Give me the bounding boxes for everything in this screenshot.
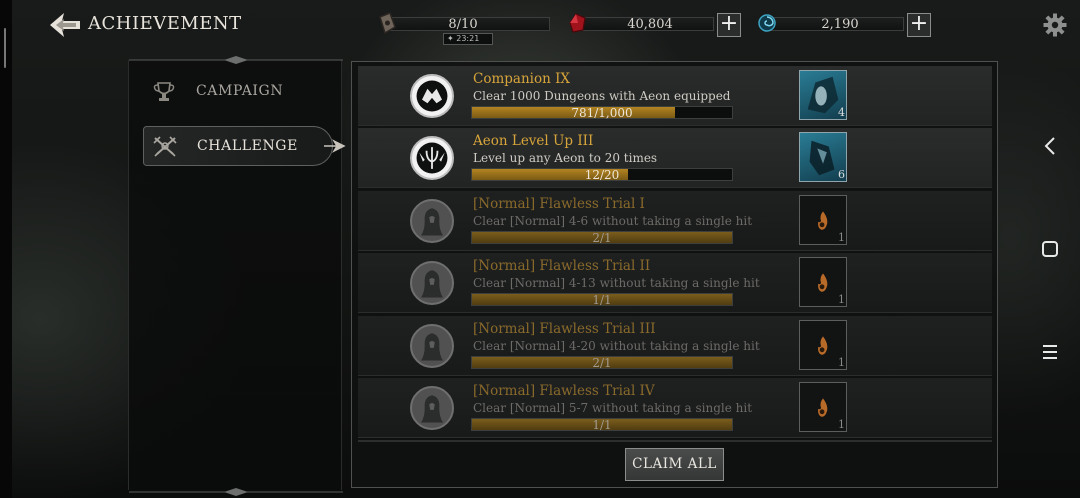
achievement-row[interactable]: Aeon Level Up III Level up any Aeon to 2… [358, 128, 992, 189]
gems-counter: 40,804 [566, 13, 714, 34]
achievement-title: [Normal] Flawless Trial I [473, 195, 645, 212]
achievement-title: [Normal] Flawless Trial II [473, 258, 651, 275]
progress-text: 2/1 [592, 230, 612, 245]
achievement-row[interactable]: [Normal] Flawless Trial III Clear [Norma… [358, 315, 992, 376]
progress-text: 2/1 [592, 355, 612, 370]
reward-quantity: 1 [838, 230, 845, 244]
ornament-top [129, 56, 343, 64]
achievement-row[interactable]: [Normal] Flawless Trial IV Clear [Normal… [358, 377, 992, 438]
reward-slot[interactable]: 4 [799, 70, 847, 120]
winged-trident-badge-icon [410, 136, 454, 181]
achievement-row[interactable]: [Normal] Flawless Trial I Clear [Normal]… [358, 190, 992, 251]
reward-quantity: 1 [838, 355, 845, 369]
reward-slot[interactable]: 6 [799, 132, 847, 183]
reward-slot[interactable]: 1 [799, 194, 847, 245]
top-bar: ACHIEVEMENT 8/10 ✦ 23:21 40,804 + 2,190 … [0, 0, 1080, 52]
fists-badge-icon [410, 74, 454, 118]
hooded-figure-badge-icon [410, 261, 454, 306]
reward-quantity: 1 [838, 417, 845, 431]
selected-arrow-icon [324, 139, 346, 153]
ornament-bottom [129, 488, 343, 496]
orbs-counter: 2,190 [756, 14, 904, 34]
reward-slot[interactable]: 1 [799, 257, 847, 308]
achievement-title: [Normal] Flawless Trial IV [473, 382, 655, 399]
settings-gear-icon[interactable] [1043, 13, 1067, 37]
blue-orb-icon [758, 14, 776, 32]
progress-bar: 781/1,000 [471, 106, 733, 120]
achievement-description: Clear [Normal] 4-13 without taking a sin… [473, 276, 760, 291]
hooded-figure-badge-icon [410, 198, 454, 243]
sidebar-item-campaign[interactable]: CAMPAIGN [143, 72, 333, 112]
reward-slot[interactable]: 1 [799, 381, 847, 432]
claim-all-button[interactable]: CLAIM ALL [625, 448, 724, 481]
achievement-description: Clear [Normal] 5-7 without taking a sing… [473, 400, 753, 415]
reward-quantity: 4 [838, 106, 845, 119]
stamina-value: 8/10 [448, 17, 478, 32]
progress-bar: 1/1 [471, 417, 733, 432]
system-recents-icon[interactable] [1030, 340, 1070, 364]
achievement-title: Companion IX [473, 71, 571, 87]
hooded-figure-badge-icon [410, 385, 454, 430]
category-sidebar: CAMPAIGN CHALLENGE [128, 56, 346, 496]
progress-text: 1/1 [592, 293, 612, 308]
gems-value: 40,804 [627, 17, 673, 32]
stamina-timer: ✦ 23:21 [443, 33, 493, 45]
progress-bar: 12/20 [471, 168, 733, 183]
orbs-value: 2,190 [821, 17, 859, 32]
achievement-title: [Normal] Flawless Trial III [473, 320, 656, 337]
stamina-timer-text: 23:21 [456, 34, 480, 43]
screen-edge [0, 0, 12, 498]
add-orbs-button[interactable]: + [907, 13, 931, 37]
system-home-icon[interactable] [1030, 237, 1070, 261]
progress-bar: 1/1 [471, 293, 733, 308]
progress-bar: 2/1 [471, 230, 733, 245]
add-gems-button[interactable]: + [717, 13, 741, 37]
page-title: ACHIEVEMENT [88, 13, 242, 34]
stamina-counter: 8/10 [376, 12, 550, 35]
progress-text: 1/1 [592, 417, 612, 432]
achievement-list[interactable]: Companion IX Clear 1000 Dungeons with Ae… [358, 66, 992, 438]
reward-quantity: 1 [838, 293, 845, 307]
achievement-title: Aeon Level Up III [473, 133, 594, 150]
achievement-description: Clear [Normal] 4-20 without taking a sin… [473, 338, 760, 353]
achievement-description: Clear [Normal] 4-6 without taking a sing… [473, 213, 753, 228]
achievement-row[interactable]: [Normal] Flawless Trial II Clear [Normal… [358, 253, 992, 314]
sidebar-item-challenge-label: CHALLENGE [197, 138, 298, 154]
sidebar-item-campaign-label: CAMPAIGN [196, 83, 284, 99]
crossed-swords-icon [153, 136, 177, 157]
progress-text: 781/1,000 [571, 106, 633, 120]
system-back-icon[interactable] [1030, 134, 1070, 158]
achievement-row[interactable]: Companion IX Clear 1000 Dungeons with Ae… [358, 66, 992, 126]
back-arrow-icon[interactable] [48, 10, 82, 40]
reward-quantity: 6 [838, 168, 845, 182]
list-divider [358, 440, 992, 442]
stamina-icon [379, 12, 396, 35]
hooded-figure-badge-icon [410, 323, 454, 368]
red-gem-icon [569, 13, 586, 33]
trophy-icon [153, 82, 175, 101]
progress-text: 12/20 [584, 168, 620, 183]
achievement-description: Clear 1000 Dungeons with Aeon equipped [473, 89, 731, 103]
progress-bar: 2/1 [471, 355, 733, 370]
reward-slot[interactable]: 1 [799, 319, 847, 370]
achievement-description: Level up any Aeon to 20 times [473, 151, 658, 166]
sidebar-item-challenge[interactable]: CHALLENGE [143, 126, 346, 166]
achievement-panel: Companion IX Clear 1000 Dungeons with Ae… [351, 61, 998, 488]
